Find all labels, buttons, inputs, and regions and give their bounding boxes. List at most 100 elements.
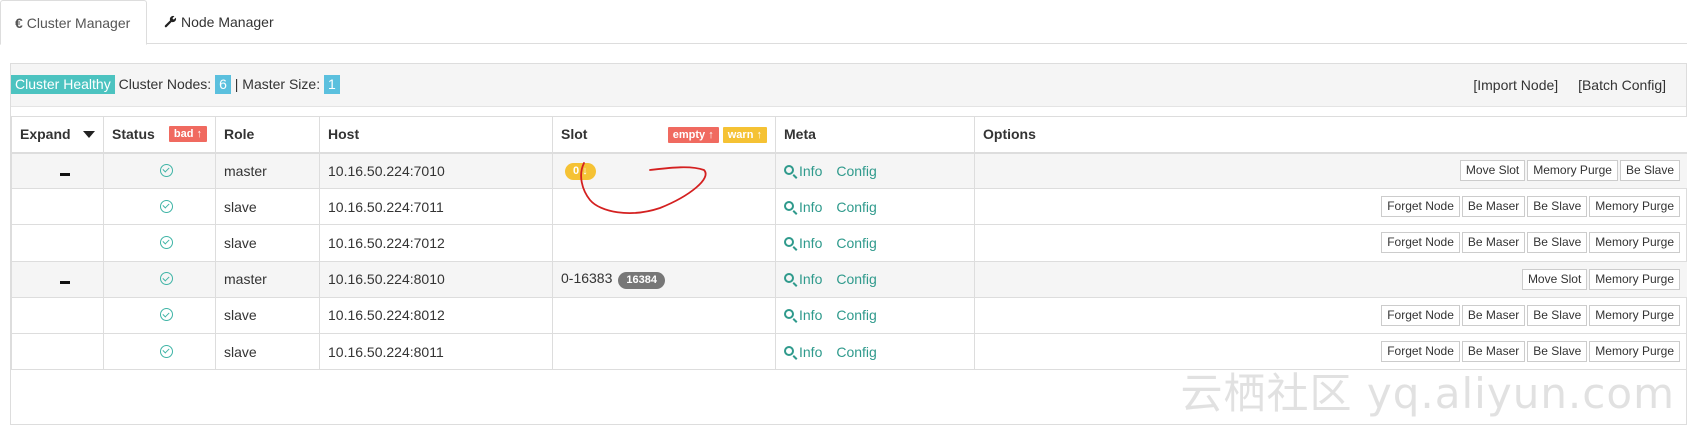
node-host: 10.16.50.224:8012 bbox=[319, 296, 553, 334]
memory-purge-button[interactable]: Memory Purge bbox=[1589, 232, 1680, 254]
node-host: 10.16.50.224:7011 bbox=[319, 188, 553, 226]
memory-purge-button[interactable]: Memory Purge bbox=[1589, 196, 1680, 218]
node-role: slave bbox=[215, 296, 320, 334]
info-link[interactable]: Info bbox=[784, 344, 822, 360]
node-role: slave bbox=[215, 224, 320, 262]
status-ok-icon bbox=[160, 308, 173, 322]
info-link[interactable]: Info bbox=[784, 235, 822, 251]
col-options: Options bbox=[974, 116, 1687, 154]
col-slot: Slot empty ↑ warn ↑ bbox=[552, 116, 776, 154]
search-icon bbox=[784, 309, 794, 320]
be-slave-button[interactable]: Be Slave bbox=[1527, 304, 1588, 326]
search-icon bbox=[784, 236, 794, 247]
be-slave-button[interactable]: Be Slave bbox=[1619, 160, 1680, 182]
table-row: master 10.16.50.224:7010 0 ↓ Info Config … bbox=[11, 151, 1687, 190]
forget-node-button[interactable]: Forget Node bbox=[1381, 304, 1460, 326]
config-link[interactable]: Config bbox=[836, 163, 876, 179]
search-icon bbox=[784, 200, 794, 211]
node-host: 10.16.50.224:7012 bbox=[319, 224, 553, 262]
tab-node-manager[interactable]: Node Manager bbox=[150, 0, 288, 45]
search-icon bbox=[784, 164, 794, 175]
col-meta: Meta bbox=[775, 116, 975, 154]
tab-bar: € Cluster Manager Node Manager bbox=[0, 0, 1687, 45]
config-link[interactable]: Config bbox=[836, 344, 876, 360]
slot-count-badge: 16384 bbox=[618, 271, 665, 289]
node-role: slave bbox=[215, 188, 320, 226]
table-row: slave 10.16.50.224:8012 Info Config Forge… bbox=[11, 296, 1687, 334]
node-slot: 0-16383 16384 bbox=[552, 260, 776, 298]
import-node-link[interactable]: [Import Node] bbox=[1473, 77, 1558, 93]
node-host: 10.16.50.224:8010 bbox=[319, 260, 553, 298]
forget-node-button[interactable]: Forget Node bbox=[1381, 232, 1460, 254]
info-link[interactable]: Info bbox=[784, 199, 822, 215]
node-role: master bbox=[215, 260, 320, 298]
move-slot-button[interactable]: Move Slot bbox=[1459, 160, 1526, 182]
node-slot bbox=[552, 188, 776, 226]
arrow-down-icon: ↓ bbox=[582, 165, 588, 178]
wrench-icon bbox=[164, 0, 177, 45]
collapse-icon[interactable] bbox=[60, 281, 70, 285]
slot-count-badge: 0 ↓ bbox=[565, 163, 596, 181]
config-link[interactable]: Config bbox=[836, 271, 876, 287]
status-ok-icon bbox=[160, 272, 173, 286]
info-link[interactable]: Info bbox=[784, 271, 822, 287]
col-host: Host bbox=[319, 116, 553, 154]
euro-sign-icon: € bbox=[15, 15, 23, 31]
be-slave-button[interactable]: Be Slave bbox=[1527, 232, 1588, 254]
col-expand[interactable]: Expand bbox=[11, 116, 104, 154]
node-role: master bbox=[215, 151, 320, 190]
config-link[interactable]: Config bbox=[836, 235, 876, 251]
status-ok-icon bbox=[160, 163, 173, 177]
be-master-button[interactable]: Be Maser bbox=[1461, 341, 1526, 363]
forget-node-button[interactable]: Forget Node bbox=[1381, 196, 1460, 218]
table-row: slave 10.16.50.224:7011 Info Config Forge… bbox=[11, 188, 1687, 226]
be-slave-button[interactable]: Be Slave bbox=[1527, 341, 1588, 363]
status-ok-icon bbox=[160, 235, 173, 249]
node-slot: 0 ↓ bbox=[552, 151, 776, 190]
col-status: Status bad ↑ bbox=[103, 116, 216, 154]
tab-label: Cluster Manager bbox=[26, 15, 131, 31]
memory-purge-button[interactable]: Memory Purge bbox=[1589, 304, 1680, 326]
config-link[interactable]: Config bbox=[836, 307, 876, 323]
config-link[interactable]: Config bbox=[836, 199, 876, 215]
cluster-summary-bar: Cluster Healthy Cluster Nodes: 6 | Maste… bbox=[11, 64, 1686, 107]
memory-purge-button[interactable]: Memory Purge bbox=[1589, 268, 1680, 290]
memory-purge-button[interactable]: Memory Purge bbox=[1527, 160, 1618, 182]
col-role: Role bbox=[215, 116, 320, 154]
warn-sort-tag[interactable]: warn ↑ bbox=[722, 127, 767, 144]
search-icon bbox=[784, 273, 794, 284]
be-master-button[interactable]: Be Maser bbox=[1461, 196, 1526, 218]
status-ok-icon bbox=[160, 199, 173, 213]
be-master-button[interactable]: Be Maser bbox=[1461, 232, 1526, 254]
table-row: master 10.16.50.224:8010 0-16383 16384 In… bbox=[11, 260, 1687, 298]
batch-config-link[interactable]: [Batch Config] bbox=[1578, 77, 1666, 93]
node-role: slave bbox=[215, 332, 320, 371]
status-ok-icon bbox=[160, 344, 173, 358]
arrow-up-icon: ↑ bbox=[708, 129, 714, 142]
table-row: slave 10.16.50.224:8011 Info Config Forge… bbox=[11, 332, 1687, 371]
cluster-nodes-label: Cluster Nodes: bbox=[118, 76, 212, 92]
nodes-table: Expand Status bad ↑ Role Host Slot empty… bbox=[11, 116, 1687, 371]
node-slot bbox=[552, 224, 776, 262]
caret-down-icon[interactable] bbox=[83, 130, 95, 138]
memory-purge-button[interactable]: Memory Purge bbox=[1589, 341, 1680, 363]
tab-cluster-manager[interactable]: € Cluster Manager bbox=[0, 0, 147, 45]
empty-sort-tag[interactable]: empty ↑ bbox=[667, 127, 719, 144]
cluster-nodes-count: 6 bbox=[215, 75, 231, 94]
collapse-icon[interactable] bbox=[60, 172, 70, 176]
be-master-button[interactable]: Be Maser bbox=[1461, 304, 1526, 326]
search-icon bbox=[784, 345, 794, 356]
move-slot-button[interactable]: Move Slot bbox=[1521, 268, 1588, 290]
master-size-count: 1 bbox=[323, 75, 340, 94]
cluster-panel: Cluster Healthy Cluster Nodes: 6 | Maste… bbox=[10, 63, 1687, 425]
node-slot bbox=[552, 296, 776, 334]
forget-node-button[interactable]: Forget Node bbox=[1381, 341, 1460, 363]
arrow-up-icon: ↑ bbox=[196, 128, 203, 141]
info-link[interactable]: Info bbox=[784, 307, 822, 323]
be-slave-button[interactable]: Be Slave bbox=[1527, 196, 1588, 218]
cluster-health-badge: Cluster Healthy bbox=[11, 75, 115, 94]
info-link[interactable]: Info bbox=[784, 163, 822, 179]
bad-sort-tag[interactable]: bad ↑ bbox=[168, 126, 207, 143]
master-size-label: | Master Size: bbox=[234, 76, 321, 92]
node-slot bbox=[552, 332, 776, 371]
